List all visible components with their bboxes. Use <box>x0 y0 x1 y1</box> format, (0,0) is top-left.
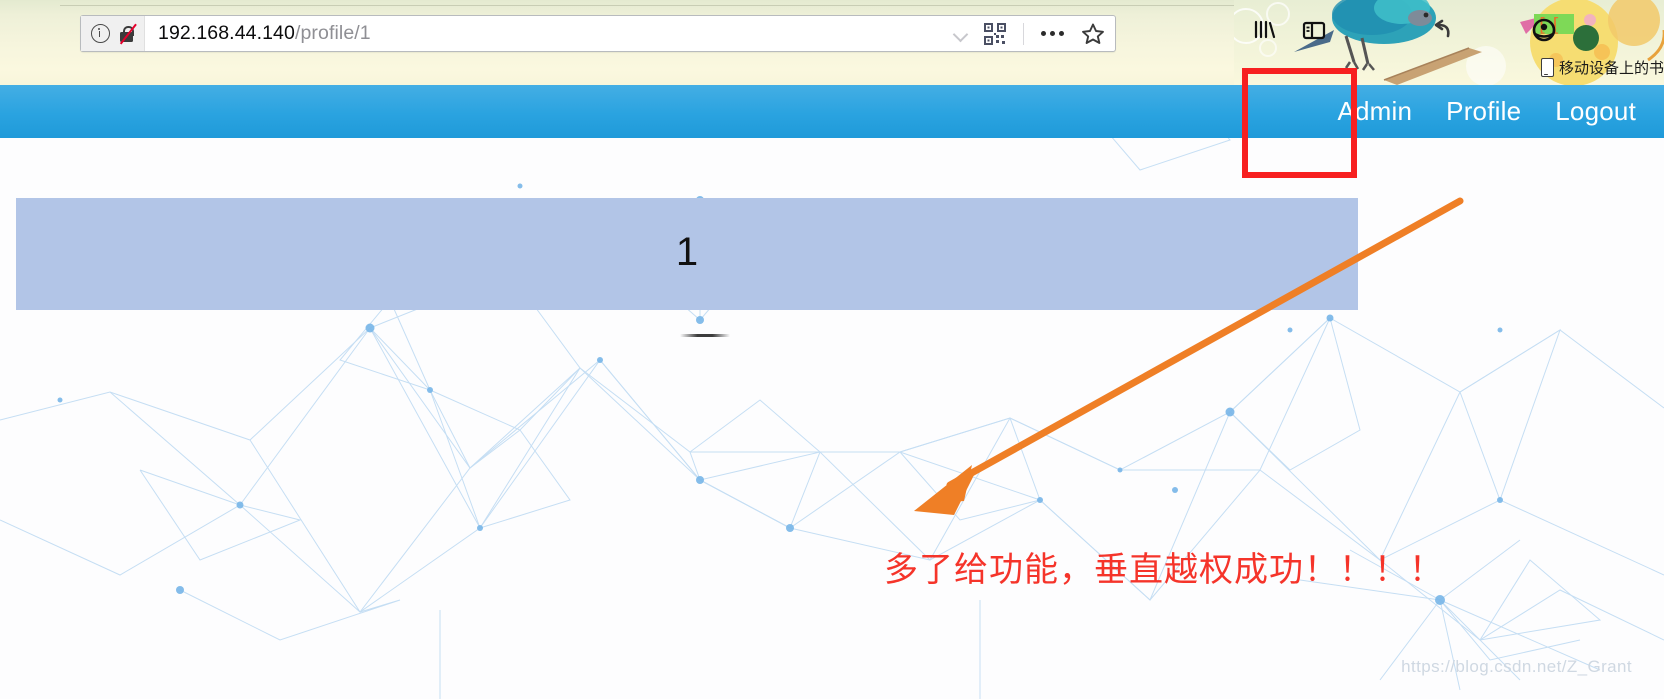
page-content: 1 https://blog.csdn.net/Z_Grant <box>0 138 1664 699</box>
sidebar-icon[interactable] <box>1300 16 1328 44</box>
chevron-down-icon[interactable] <box>946 16 976 51</box>
url-bar-actions <box>946 16 1115 51</box>
site-identity-block[interactable] <box>81 16 145 51</box>
library-icon[interactable] <box>1250 16 1278 44</box>
annotation-highlight-box <box>1242 68 1357 178</box>
bookmark-mobile-folder[interactable]: 移动设备上的书 <box>1540 57 1664 78</box>
annotation-note: 多了给功能，垂直越权成功！！！！ <box>884 550 1444 590</box>
profile-id-value: 1 <box>675 230 699 274</box>
browser-chrome: [ [移动设备上的书 192.168.44.140/profile/1 <box>0 0 1664 85</box>
ellipsis-icon[interactable] <box>1033 31 1072 36</box>
screenshot-root: [ [移动设备上的书 192.168.44.140/profile/1 Adm… <box>0 0 1664 699</box>
nav-link-profile[interactable]: Profile <box>1429 85 1538 138</box>
url-input[interactable]: 192.168.44.140/profile/1 <box>145 22 946 45</box>
watermark: https://blog.csdn.net/Z_Grant <box>1401 657 1632 676</box>
url-host: 192.168.44.140 <box>158 22 295 44</box>
url-bar[interactable]: 192.168.44.140/profile/1 <box>80 15 1116 52</box>
url-path: /profile/1 <box>294 22 371 44</box>
tab-strip-divider <box>60 0 1664 6</box>
star-icon[interactable] <box>1080 21 1106 47</box>
site-navbar: Admin Profile Logout <box>0 85 1664 138</box>
crossed-lock-icon[interactable] <box>118 23 138 45</box>
account-icon[interactable] <box>1530 16 1558 44</box>
url-actions-divider <box>1023 22 1024 45</box>
profile-panel: 1 <box>16 198 1358 310</box>
info-icon[interactable] <box>91 24 110 43</box>
mobile-phone-icon <box>1540 58 1554 77</box>
bookmark-mobile-label: 移动设备上的书 <box>1558 59 1664 77</box>
nav-link-logout[interactable]: Logout <box>1538 85 1664 138</box>
back-arrow-icon[interactable] <box>1428 16 1456 44</box>
panel-underline-divider <box>680 334 730 337</box>
browser-toolbar-icons <box>1250 16 1558 44</box>
qr-code-icon[interactable] <box>982 21 1008 47</box>
